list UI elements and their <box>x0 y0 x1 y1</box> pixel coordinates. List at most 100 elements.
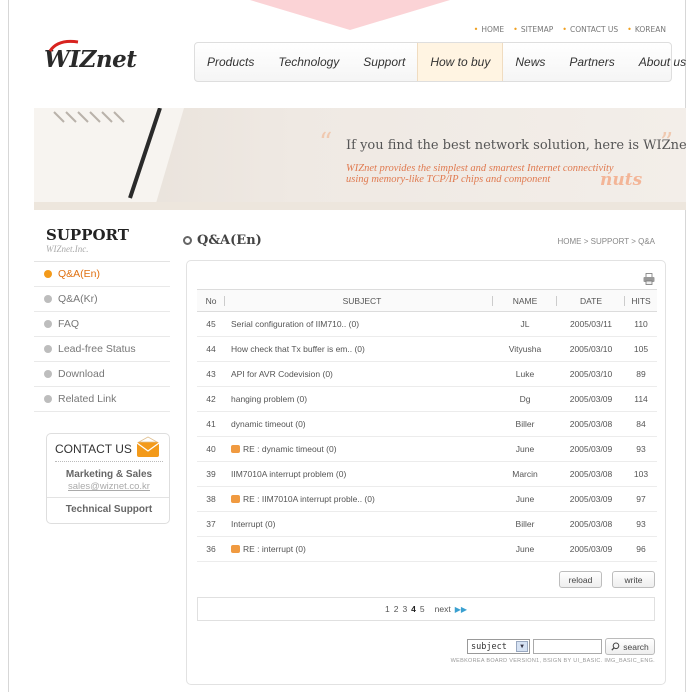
page-link-5[interactable]: 5 <box>420 604 425 614</box>
row-subject-text: RE : interrupt (0) <box>243 544 306 554</box>
row-subject-text: API for AVR Codevision (0) <box>231 369 333 379</box>
row-author: June <box>493 486 557 512</box>
page-link-3[interactable]: 3 <box>402 604 407 614</box>
top-link-label: KOREAN <box>634 25 666 34</box>
bullet-icon: • <box>562 25 567 34</box>
reply-icon <box>231 445 240 453</box>
sidebar-item-label: Related Link <box>58 393 117 405</box>
main-nav: Products Technology Support How to buy News P… <box>194 42 686 82</box>
row-subject-link[interactable]: RE : IIM7010A interrupt proble.. (0) <box>225 486 493 512</box>
nav-item-support[interactable]: Support <box>351 43 417 81</box>
next-page-link[interactable]: next <box>435 604 451 614</box>
row-hits: 114 <box>625 386 657 412</box>
nav-item-technology[interactable]: Technology <box>266 43 351 81</box>
sidebar-item-q-a-kr-[interactable]: Q&A(Kr) <box>34 287 170 312</box>
contact-box: CONTACT US Marketing & Sales sales@wizne… <box>46 433 170 524</box>
nav-item-partners[interactable]: Partners <box>557 43 626 81</box>
col-subject: SUBJECT <box>225 289 493 312</box>
marketing-email-link[interactable]: sales@wiznet.co.kr <box>47 481 171 492</box>
row-hits: 97 <box>625 486 657 512</box>
sidebar-item-label: FAQ <box>58 318 80 330</box>
sidebar-item-lead-free-status[interactable]: Lead-free Status <box>34 337 170 362</box>
search-input[interactable] <box>533 639 602 654</box>
table-row: 43 API for AVR Codevision (0) Luke 2005/03/… <box>197 361 657 387</box>
row-subject-link[interactable]: Serial configuration of IIM710.. (0) <box>225 311 493 337</box>
row-subject-link[interactable]: API for AVR Codevision (0) <box>225 361 493 387</box>
nav-item-about-us[interactable]: About us <box>627 43 694 81</box>
top-link-korean[interactable]: • KOREAN <box>627 25 666 34</box>
col-hits: HITS <box>625 289 657 312</box>
row-number: 43 <box>197 361 225 387</box>
chevron-down-icon[interactable]: ▼ <box>516 641 528 652</box>
wiznet-logo[interactable]: WIZnet <box>44 39 137 73</box>
sidebar-item-related-link[interactable]: Related Link <box>34 387 170 412</box>
sidebar-item-q-a-en-[interactable]: Q&A(En) <box>34 262 170 287</box>
reply-icon <box>231 545 240 553</box>
write-button[interactable]: write <box>612 571 655 588</box>
reply-icon <box>231 495 240 503</box>
col-no: No <box>197 289 225 312</box>
col-name: NAME <box>493 289 557 312</box>
row-subject-text: RE : IIM7010A interrupt proble.. (0) <box>243 494 375 504</box>
row-subject-text: hanging problem (0) <box>231 394 308 404</box>
breadcrumb: HOME > SUPPORT > Q&A <box>557 237 655 246</box>
table-header-row: No SUBJECT NAME DATE HITS <box>197 289 657 312</box>
row-author: Vityusha <box>493 336 557 362</box>
contact-dotted-divider <box>55 461 163 462</box>
print-icon[interactable] <box>643 273 655 285</box>
reload-button[interactable]: reload <box>559 571 602 588</box>
row-author: Luke <box>493 361 557 387</box>
row-number: 45 <box>197 311 225 337</box>
row-subject-link[interactable]: hanging problem (0) <box>225 386 493 412</box>
circle-bullet-icon <box>44 295 52 303</box>
bullet-icon: • <box>513 25 518 34</box>
row-subject-link[interactable]: dynamic timeout (0) <box>225 411 493 437</box>
sidebar-item-download[interactable]: Download <box>34 362 170 387</box>
table-row: 42 hanging problem (0) Dg 2005/03/09 114 <box>197 386 657 412</box>
row-subject-link[interactable]: Interrupt (0) <box>225 511 493 537</box>
page-link-4[interactable]: 4 <box>411 604 416 614</box>
row-subject-text: Interrupt (0) <box>231 519 276 529</box>
row-hits: 84 <box>625 411 657 437</box>
bullet-icon: • <box>627 25 632 34</box>
nav-item-how-to-buy[interactable]: How to buy <box>417 43 504 81</box>
row-subject-link[interactable]: IIM7010A interrupt problem (0) <box>225 461 493 487</box>
col-date: DATE <box>557 289 625 312</box>
circle-bullet-icon <box>44 345 52 353</box>
circle-bullet-icon <box>44 370 52 378</box>
row-subject-link[interactable]: How check that Tx buffer is em.. (0) <box>225 336 493 362</box>
double-arrow-right-icon[interactable]: ▶▶ <box>455 605 467 614</box>
row-date: 2005/03/09 <box>557 386 625 412</box>
row-number: 44 <box>197 336 225 362</box>
row-hits: 105 <box>625 336 657 362</box>
page-link-2[interactable]: 2 <box>394 604 399 614</box>
search-field-select[interactable]: subject ▼ <box>467 639 530 654</box>
technical-support-link[interactable]: Technical Support <box>47 504 171 515</box>
search-button[interactable]: search <box>605 638 655 655</box>
row-subject-link[interactable]: RE : dynamic timeout (0) <box>225 436 493 462</box>
row-hits: 89 <box>625 361 657 387</box>
row-subject-text: dynamic timeout (0) <box>231 419 306 429</box>
nav-item-news[interactable]: News <box>503 43 557 81</box>
row-date: 2005/03/08 <box>557 411 625 437</box>
top-link-sitemap[interactable]: • SITEMAP <box>513 25 553 34</box>
row-subject-text: How check that Tx buffer is em.. (0) <box>231 344 365 354</box>
row-subject-link[interactable]: RE : interrupt (0) <box>225 536 493 562</box>
top-link-contact-us[interactable]: • CONTACT US <box>562 25 618 34</box>
top-link-home[interactable]: • HOME <box>474 25 504 34</box>
page-link-1[interactable]: 1 <box>385 604 390 614</box>
hero-banner: “ If you find the best network solution,… <box>34 108 686 210</box>
row-number: 40 <box>197 436 225 462</box>
row-date: 2005/03/11 <box>557 311 625 337</box>
row-author: JL <box>493 311 557 337</box>
circle-bullet-icon <box>44 320 52 328</box>
banner-bottom-stripe <box>34 202 686 210</box>
sidebar-item-label: Lead-free Status <box>58 343 136 355</box>
nav-item-products[interactable]: Products <box>195 43 266 81</box>
table-row: 36 RE : interrupt (0) June 2005/03/09 96 <box>197 536 657 562</box>
qa-table: No SUBJECT NAME DATE HITS 45 Serial confi… <box>197 289 657 562</box>
sidebar-item-label: Q&A(Kr) <box>58 293 98 305</box>
row-number: 38 <box>197 486 225 512</box>
table-row: 44 How check that Tx buffer is em.. (0) Vi… <box>197 336 657 362</box>
sidebar-item-faq[interactable]: FAQ <box>34 312 170 337</box>
